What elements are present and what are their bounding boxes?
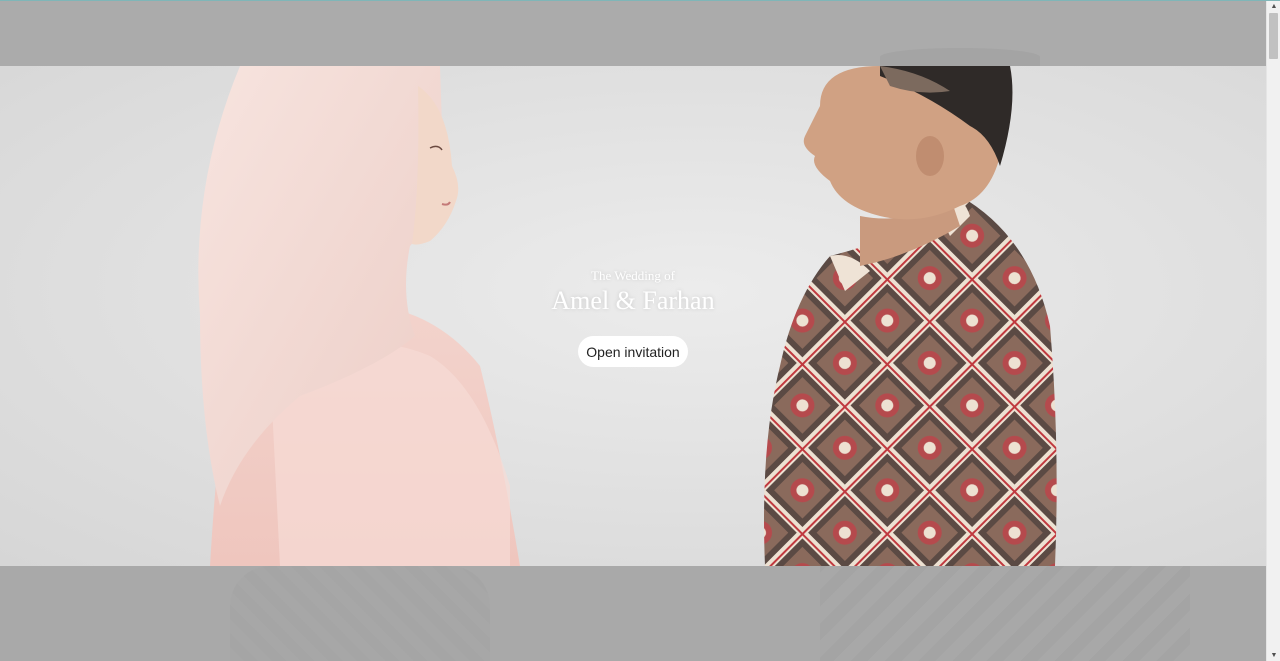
lower-dim-band [0,566,1266,661]
invitation-cover: The Wedding of Amel & Farhan Open invita… [0,66,1266,566]
chevron-up-icon[interactable]: ▲ [1267,0,1280,12]
top-dim-band [0,0,1266,66]
couple-names-title: Amel & Farhan [551,286,715,315]
open-invitation-button[interactable]: Open invitation [578,336,688,367]
page-viewport: The Wedding of Amel & Farhan Open invita… [0,0,1266,661]
scrollbar-thumb[interactable] [1269,13,1278,59]
top-band-ghost-shape [880,48,1040,66]
window-top-border [0,0,1280,1]
chevron-down-icon[interactable]: ▼ [1267,649,1280,661]
wedding-subtitle: The Wedding of [591,268,675,283]
lower-ghost-left [230,566,490,661]
lower-ghost-right [820,566,1190,661]
vertical-scrollbar[interactable]: ▲ ▼ [1266,0,1280,661]
